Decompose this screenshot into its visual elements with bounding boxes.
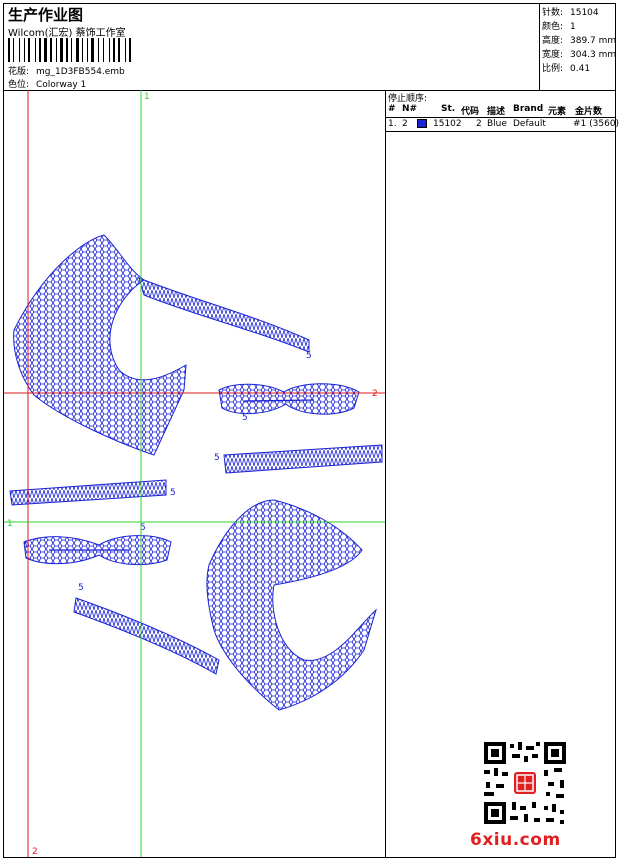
watermark-text: 6xiu.com (470, 830, 561, 850)
column-header: 描述 (487, 107, 506, 117)
production-worksheet: 生产作业图 Wilcom(汇宏) 蔡饰工作室 花版: mg_1D3FB554.em… (3, 3, 619, 858)
barcode-bar (24, 38, 25, 62)
barcode-bar (91, 38, 94, 62)
colorway-name: Colorway 1 (36, 80, 87, 90)
colorway-line: 色位: Colorway 1 (8, 77, 86, 90)
company-name: Wilcom(汇宏) 蔡饰工作室 (8, 28, 126, 39)
column-header: 代码 (461, 107, 480, 117)
element-info: #1 (3560) (573, 119, 620, 129)
barcode-bar (113, 38, 115, 62)
barcode-bar (125, 38, 126, 62)
barcode-bar (109, 38, 110, 62)
barcode-bar (66, 38, 68, 62)
stat-height: 高度: 389.7 mm (542, 34, 617, 48)
column-header: N# (402, 104, 418, 114)
stop-index: 1. (388, 119, 397, 129)
embroidery-design-view: 5 5 5 5 5 5 5 1 1 2 2 (4, 90, 386, 857)
barcode-bar (60, 38, 63, 62)
guide-label: 2 (32, 847, 38, 857)
column-header: Brand (513, 104, 544, 114)
design-piece-strip-right (223, 444, 383, 474)
barcode (8, 38, 131, 62)
thread-description: Blue (487, 119, 507, 129)
worksheet-header: 生产作业图 Wilcom(汇宏) 蔡饰工作室 花版: mg_1D3FB554.em… (4, 4, 617, 91)
barcode-bar (8, 38, 10, 62)
stitch-marker: 5 (214, 453, 220, 463)
needle-number: 2 (402, 119, 408, 129)
design-file-label: 花版: (8, 67, 30, 77)
stitch-count: 15102 (433, 119, 462, 129)
design-piece-strip-left (9, 479, 167, 506)
stat-colors: 颜色: 1 (542, 20, 615, 34)
design-stats: 针数: 15104 颜色: 1 高度: 389.7 mm 宽度: 304.3 mm 比例… (539, 4, 617, 90)
stat-stitches: 针数: 15104 (542, 6, 615, 20)
guide-label: 1 (7, 519, 13, 529)
stat-label: 高度: (542, 36, 564, 46)
stat-label: 针数: (542, 8, 564, 18)
barcode-bar (118, 38, 120, 62)
barcode-bar (28, 38, 30, 62)
barcode-bar (19, 38, 20, 62)
stat-value: 304.3 mm (570, 50, 617, 60)
colorway-label: 色位: (8, 80, 30, 90)
stat-label: 宽度: (542, 50, 564, 60)
stitch-marker: 5 (306, 351, 312, 361)
guide-label: 2 (372, 389, 378, 399)
design-piece-leaf-bottom (206, 499, 377, 711)
barcode-bar (76, 38, 79, 62)
divider (386, 131, 615, 132)
stat-value: 15104 (570, 8, 599, 18)
barcode-bar (39, 38, 41, 62)
stat-value: 0.41 (570, 64, 591, 74)
stat-width: 宽度: 304.3 mm (542, 48, 617, 62)
thread-color-swatch (417, 119, 427, 128)
design-piece-lens-top (218, 383, 360, 415)
thread-brand: Default (513, 119, 546, 129)
design-piece-stem-bottom (73, 597, 220, 675)
divider (386, 117, 615, 118)
stitch-marker: 5 (242, 413, 248, 423)
stitch-marker: 5 (24, 540, 30, 550)
stat-label: 比例: (542, 64, 564, 74)
barcode-bar (44, 38, 47, 62)
stat-value: 389.7 mm (570, 36, 617, 46)
stitch-marker: 5 (170, 488, 176, 498)
stop-sequence-panel: 停止顺序: # N# St. 代码 描述 Brand 元素 金片数 1. 2 1… (386, 90, 619, 857)
stat-scale: 比例: 0.41 (542, 62, 615, 76)
qr-code (482, 740, 568, 826)
design-piece-stem-top (138, 277, 310, 353)
stat-label: 颜色: (542, 22, 564, 32)
stat-value: 1 (570, 22, 576, 32)
barcode-bar (98, 38, 99, 62)
page-title: 生产作业图 (8, 6, 84, 24)
barcode-bar (35, 38, 36, 62)
thread-code: 2 (476, 119, 482, 129)
barcode-bar (56, 38, 57, 62)
barcode-bar (103, 38, 104, 62)
barcode-bar (82, 38, 83, 62)
design-file-line: 花版: mg_1D3FB554.emb (8, 64, 125, 77)
barcode-bar (129, 38, 131, 62)
barcode-bar (50, 38, 52, 62)
design-file-name: mg_1D3FB554.emb (36, 67, 125, 77)
stitch-marker: 5 (78, 583, 84, 593)
design-canvas: 5 5 5 5 5 5 5 1 1 2 2 (4, 90, 385, 857)
column-header: St. (441, 104, 456, 114)
column-header: 金片数 (575, 107, 603, 117)
column-header: # (388, 104, 396, 114)
stop-sequence-title: 停止顺序: (388, 94, 428, 104)
design-piece-leaf-top (13, 234, 187, 456)
barcode-bar (13, 38, 14, 62)
barcode-bar (71, 38, 72, 62)
column-header: 元素 (548, 107, 567, 117)
guide-label: 1 (144, 92, 150, 102)
barcode-bar (87, 38, 88, 62)
